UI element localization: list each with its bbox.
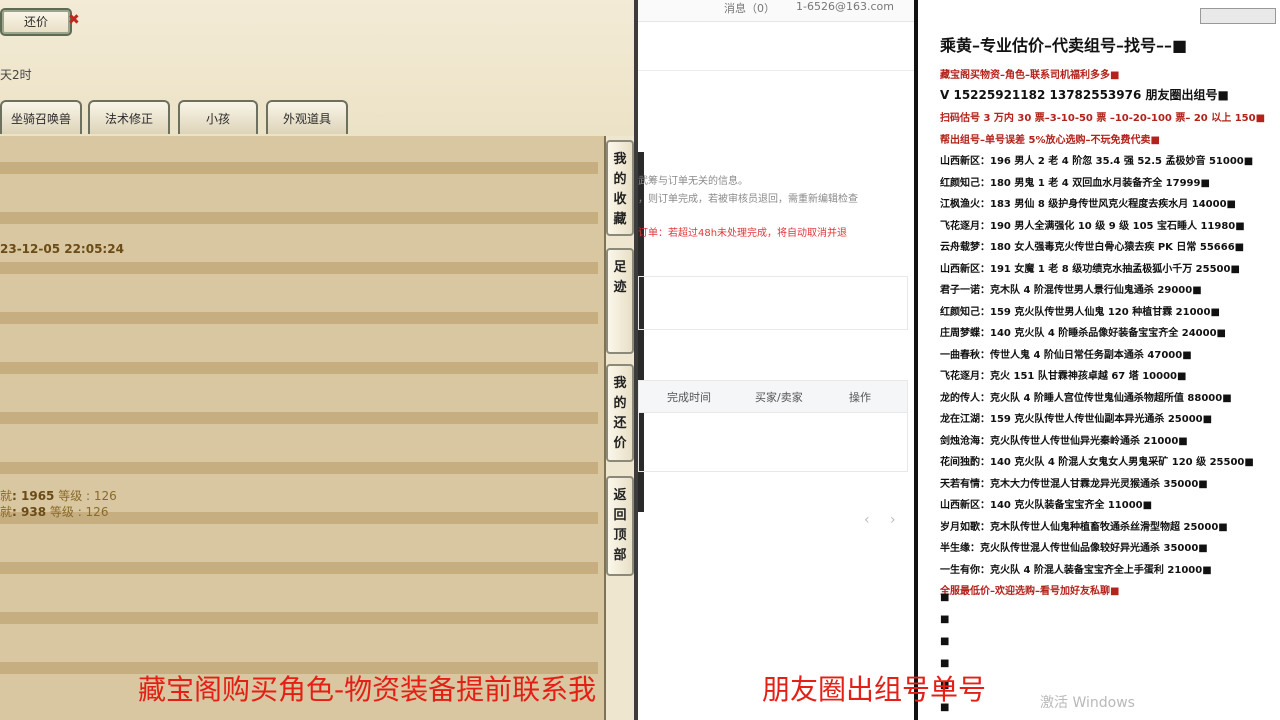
my-counter-offers-button[interactable]: 我的还价 xyxy=(606,364,634,462)
content-box xyxy=(638,276,908,330)
sale-bullet: ■ xyxy=(940,614,950,625)
windows-activation-watermark: 激活 Windows xyxy=(1040,695,1135,711)
list-row xyxy=(0,462,598,474)
notice-text: ，则订单完成，若被审核员退回，需重新编辑检查 xyxy=(638,194,858,205)
sale-line: 龙在江湖：159 克火队传世人传世仙副本异光通杀 25000■ xyxy=(940,414,1213,425)
sale-line: 花间独酌：140 克火队 4 阶混人女鬼女人男鬼采矿 120 级 25500■ xyxy=(940,457,1254,468)
tray-widget[interactable] xyxy=(1200,8,1276,24)
divider xyxy=(638,70,914,71)
sale-line: 天若有情：克木大力传世混人甘霖龙异光灵猴通杀 35000■ xyxy=(940,478,1208,490)
my-favorites-button[interactable]: 我的收藏 xyxy=(606,140,634,236)
caption-left: 藏宝阁购买角色-物资装备提前联系我 xyxy=(138,673,597,706)
time-remaining: 天2时 xyxy=(0,68,32,82)
sale-line: V 15225921182 13782553976 朋友圈出组号■ xyxy=(940,87,1229,102)
sale-line: 山西新区：191 女魔 1 老 8 级功绩克水抽孟极狐小千万 25500■ xyxy=(940,263,1240,275)
list-row xyxy=(0,362,598,374)
column-buyer-seller: 买家/卖家 xyxy=(755,391,803,404)
sale-line: 飞花逐月：克火 151 队甘霖神孩卓越 67 塔 10000■ xyxy=(940,371,1187,382)
achievement-value: : 1965 xyxy=(12,489,55,503)
item-list-panel xyxy=(0,136,606,720)
sale-line: 全服最低价–欢迎选购–看号加好友私聊■ xyxy=(940,586,1120,597)
sale-line: 红颜知己：159 克火队传世男人仙鬼 120 种植甘霖 21000■ xyxy=(940,306,1220,318)
sale-line: 江枫渔火：183 男仙 8 级护身传世风克火程度去疾水月 14000■ xyxy=(940,199,1236,210)
back-to-top-button[interactable]: 返回顶部 xyxy=(606,476,634,576)
prev-page-icon[interactable]: ‹ xyxy=(864,512,870,528)
orders-table: 完成时间 买家/卖家 操作 xyxy=(638,380,908,472)
sale-bullet: ■ xyxy=(940,636,950,647)
screen: 还价 ✖ 天2时 坐骑召唤兽 法术修正 小孩 外观道具 23-12-05 22:… xyxy=(0,0,1280,720)
sale-line: 龙的传人：克火队 4 阶睡人宫位传世鬼仙通杀物超所值 88000■ xyxy=(940,392,1232,404)
caption-overlay: 藏宝阁购买角色-物资装备提前联系我 朋友圈出组号单号 xyxy=(138,668,1038,708)
tab-spell-correction[interactable]: 法术修正 xyxy=(88,100,170,134)
list-row xyxy=(0,162,598,174)
sale-line: 剑烛沧海：克火队传世人传世仙异光秦岭通杀 21000■ xyxy=(940,435,1188,447)
counter-offer-button[interactable]: 还价 xyxy=(0,8,72,36)
achievement-value: : 938 xyxy=(12,505,47,519)
sale-bullet: ■ xyxy=(940,592,950,603)
tab-appearance-items[interactable]: 外观道具 xyxy=(266,100,348,134)
sale-line: 一曲春秋：传世人鬼 4 阶仙日常任务副本通杀 47000■ xyxy=(940,349,1192,361)
next-page-icon[interactable]: › xyxy=(890,512,896,528)
sale-line: 红颜知己：180 男鬼 1 老 4 双回血水月装备齐全 17999■ xyxy=(940,177,1210,189)
sale-line: 岁月如歌：克木队传世人仙鬼种植畜牧通杀丝滑型物超 25000■ xyxy=(940,521,1228,533)
grade-label: 等级 : 126 xyxy=(49,505,109,519)
sale-line: 君子一诺：克木队 4 阶混传世男人景行仙鬼通杀 29000■ xyxy=(940,285,1202,296)
column-actions: 操作 xyxy=(849,391,871,404)
listing-timestamp: 23-12-05 22:05:24 xyxy=(0,242,124,256)
achievement-row: 就: 1965 等级 : 126 xyxy=(0,487,117,504)
close-icon[interactable]: ✖ xyxy=(68,12,80,28)
achievement-row: 就: 938 等级 : 126 xyxy=(0,503,108,520)
footprint-button[interactable]: 足迹 xyxy=(606,248,634,354)
table-header: 完成时间 买家/卖家 操作 xyxy=(639,381,907,413)
sale-line: 山西新区：196 男人 2 老 4 阶忽 35.4 强 52.5 孟极妙音 51… xyxy=(940,156,1254,167)
list-row xyxy=(0,562,598,574)
message-count[interactable]: 消息（0） xyxy=(724,0,775,16)
browser-header: 消息（0） 1-6526@163.com xyxy=(638,0,914,22)
sale-line: 半生缘：克火队传世混人传世仙品像较好异光通杀 35000■ xyxy=(940,543,1208,554)
sale-line: 云舟载梦：180 女人强毒克火传世白骨心猿去疾 PK 日常 55666■ xyxy=(940,242,1245,253)
game-window: 还价 ✖ 天2时 坐骑召唤兽 法术修正 小孩 外观道具 23-12-05 22:… xyxy=(0,0,638,720)
list-row xyxy=(0,262,598,274)
column-complete-time: 完成时间 xyxy=(667,391,711,404)
grade-label: 等级 : 126 xyxy=(58,489,117,503)
list-row xyxy=(0,312,598,324)
sale-list-panel: 乘黄–专业估价–代卖组号–找号––■ 藏宝阁买物资–角色–联系司机福利多多■ V … xyxy=(914,0,1280,720)
sale-title: 乘黄–专业估价–代卖组号–找号––■ xyxy=(940,36,1188,55)
sale-line: 飞花逐月：190 男人全满强化 10 级 9 级 105 宝石睡人 11980■ xyxy=(940,220,1245,232)
tab-mount-summon[interactable]: 坐骑召唤兽 xyxy=(0,100,82,134)
sale-line: 帮出组号–单号误差 5%放心选购–不玩免费代卖■ xyxy=(940,134,1160,146)
browser-page: 消息（0） 1-6526@163.com 武筹与订单无关的信息。 ，则订单完成，… xyxy=(638,0,914,720)
achievement-label: 就 xyxy=(0,505,13,519)
tab-child[interactable]: 小孩 xyxy=(178,100,258,134)
achievement-label: 就 xyxy=(0,489,13,503)
sale-line: 山西新区：140 克火队装备宝宝齐全 11000■ xyxy=(940,500,1153,511)
sale-line: 庄周梦蝶：140 克火队 4 阶睡杀品像好装备宝宝齐全 24000■ xyxy=(940,328,1226,339)
list-row xyxy=(0,412,598,424)
warning-text: 订单：若超过48h未处理完成，将自动取消并退 xyxy=(638,228,848,239)
list-row xyxy=(0,212,598,224)
list-row xyxy=(0,612,598,624)
sale-line: 一生有你：克火队 4 阶混人装备宝宝齐全上手蛋利 21000■ xyxy=(940,564,1212,576)
sale-line: 藏宝阁买物资–角色–联系司机福利多多■ xyxy=(940,70,1120,81)
sale-line: 扫码估号 3 万内 30 票–3-10-50 票 –10-20-100 票– 2… xyxy=(940,113,1266,124)
caption-right: 朋友圈出组号单号 xyxy=(762,673,987,706)
notice-text: 武筹与订单无关的信息。 xyxy=(638,176,748,187)
account-email[interactable]: 1-6526@163.com xyxy=(796,0,894,13)
